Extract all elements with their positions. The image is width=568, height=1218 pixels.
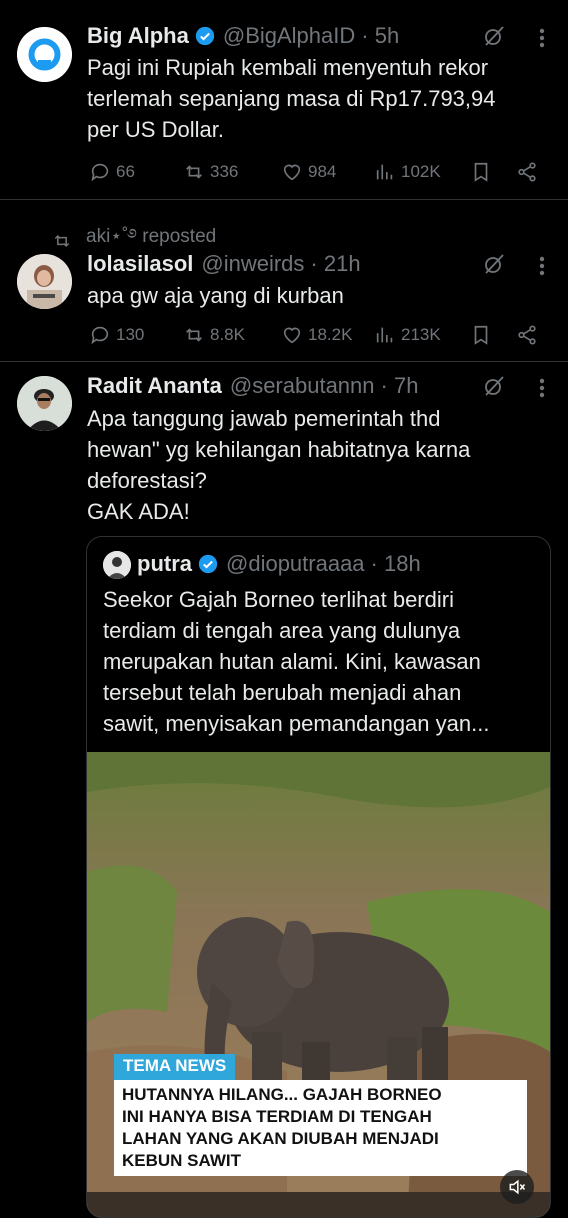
avatar-photo-icon	[17, 254, 72, 309]
heart-icon	[283, 327, 301, 344]
quote-author-name[interactable]: putra	[137, 551, 192, 577]
quote-text-line: merupakan hutan alami. Kini, kawasan	[103, 649, 481, 674]
repost-button[interactable]: 8.8K	[183, 324, 245, 346]
avatar-big-alpha[interactable]	[17, 27, 72, 82]
bookmark-button[interactable]	[470, 161, 492, 183]
grok-icon[interactable]	[482, 374, 506, 398]
repost-count: 336	[210, 162, 239, 181]
tweet-time[interactable]: · 7h	[381, 373, 419, 399]
tweet-text-line: deforestasi?	[87, 468, 207, 493]
reply-icon	[91, 163, 109, 182]
tweet-text-line: Apa tanggung jawab pemerintah thd	[87, 406, 441, 431]
tweet-time[interactable]: · 21h	[310, 251, 360, 277]
tweet-text-line: hewan" yg kehilangan habitatnya karna	[87, 437, 471, 462]
views-count: 213K	[401, 325, 441, 344]
avatar-radit-ananta[interactable]	[17, 376, 72, 431]
quote-author-handle[interactable]: @dioputraaaa	[226, 551, 365, 577]
tweet-text: apa gw aja yang di kurban	[87, 280, 344, 311]
bookmark-icon	[474, 162, 488, 182]
repost-count: 8.8K	[210, 325, 245, 344]
headline-line: INI HANYA BISA TERDIAM DI TENGAH	[122, 1107, 432, 1126]
verified-badge-icon	[198, 554, 218, 574]
like-count: 18.2K	[308, 325, 353, 344]
more-options-icon[interactable]	[530, 26, 554, 50]
views-button[interactable]: 213K	[374, 324, 441, 346]
headline-line: HUTANNYA HILANG... GAJAH BORNEO	[122, 1085, 442, 1104]
avatar-lolasilasol[interactable]	[17, 254, 72, 309]
author-name[interactable]: lolasilasol	[87, 251, 193, 277]
views-icon	[376, 164, 393, 180]
avatar-photo-icon	[17, 376, 72, 431]
quote-text-line: Seekor Gajah Borneo terlihat berdiri	[103, 587, 454, 612]
author-handle[interactable]: @inweirds	[201, 251, 304, 277]
tweet-text: Apa tanggung jawab pemerintah thd hewan"…	[87, 403, 470, 527]
headline-line: KEBUN SAWIT	[122, 1151, 241, 1170]
tweet-text-line: GAK ADA!	[87, 499, 190, 524]
bookmark-button[interactable]	[470, 324, 492, 346]
like-button[interactable]: 18.2K	[281, 324, 352, 346]
reply-icon	[91, 326, 109, 345]
reply-button[interactable]: 66	[89, 161, 135, 183]
quote-text: Seekor Gajah Borneo terlihat berdiri ter…	[103, 584, 489, 739]
views-icon	[376, 327, 393, 343]
views-button[interactable]: 102K	[374, 161, 441, 183]
author-handle[interactable]: @BigAlphaID	[223, 23, 355, 49]
quote-text-line: terdiam di tengah area yang dulunya	[103, 618, 461, 643]
verified-badge-icon	[195, 26, 215, 46]
headline-line: LAHAN YANG AKAN DIUBAH MENJADI	[122, 1129, 439, 1148]
more-options-icon[interactable]	[530, 376, 554, 400]
share-icon	[518, 162, 536, 182]
more-options-icon[interactable]	[530, 254, 554, 278]
author-name[interactable]: Big Alpha	[87, 23, 189, 49]
repost-icon	[186, 328, 202, 342]
news-tag-overlay: TEMA NEWS	[114, 1054, 236, 1078]
tweet-text-line: per US Dollar.	[87, 117, 224, 142]
speaker-muted-icon	[509, 1179, 526, 1195]
repost-button[interactable]: 336	[183, 161, 238, 183]
tweet-text-line: Pagi ini Rupiah kembali menyentuh rekor	[87, 55, 489, 80]
tweet-time[interactable]: · 5h	[361, 23, 399, 49]
quote-avatar[interactable]	[103, 551, 131, 579]
like-button[interactable]: 984	[281, 161, 336, 183]
share-icon	[518, 325, 536, 345]
grok-icon[interactable]	[482, 24, 506, 48]
avatar-photo-icon	[103, 551, 131, 579]
heart-icon	[283, 164, 301, 181]
quote-text-line: tersebut telah berubah menjadi ahan	[103, 680, 462, 705]
divider	[0, 361, 568, 362]
repost-indicator-icon	[54, 234, 70, 248]
repost-icon	[186, 165, 202, 179]
share-button[interactable]	[516, 161, 538, 183]
big-alpha-logo-icon	[17, 27, 72, 82]
views-count: 102K	[401, 162, 441, 181]
quote-time[interactable]: · 18h	[371, 551, 421, 577]
reply-count: 130	[116, 325, 145, 344]
share-button[interactable]	[516, 324, 538, 346]
divider	[0, 199, 568, 200]
reply-button[interactable]: 130	[89, 324, 144, 346]
author-name[interactable]: Radit Ananta	[87, 373, 222, 399]
quote-text-line: sawit, menyisakan pemandangan yan...	[103, 711, 490, 736]
tweet-text-line: terlemah sepanjang masa di Rp17.793,94	[87, 86, 496, 111]
reply-count: 66	[116, 162, 135, 181]
grok-icon[interactable]	[482, 252, 506, 276]
news-headline-box: HUTANNYA HILANG... GAJAH BORNEO INI HANY…	[114, 1080, 527, 1176]
bookmark-icon	[474, 325, 488, 345]
author-handle[interactable]: @serabutannn	[230, 373, 375, 399]
tweet-text: Pagi ini Rupiah kembali menyentuh rekor …	[87, 52, 496, 145]
like-count: 984	[308, 162, 337, 181]
tweet-text-line: apa gw aja yang di kurban	[87, 283, 344, 308]
